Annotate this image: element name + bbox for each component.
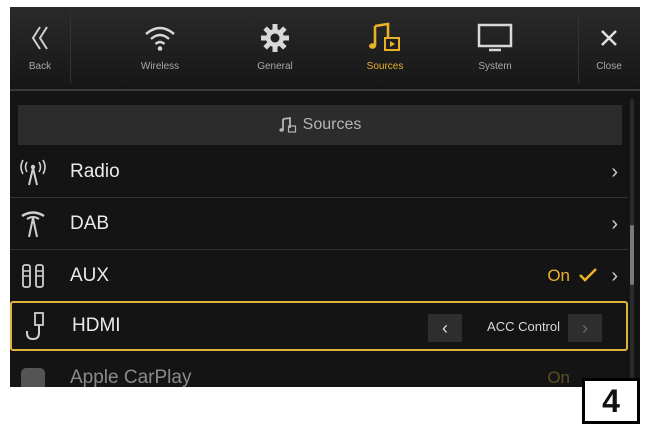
wireless-tab[interactable]: Wireless [100,7,220,89]
row-label: Apple CarPlay [70,367,192,387]
row-label: HDMI [72,315,121,336]
back-chevrons-icon [30,21,50,55]
figure-frame: Back Wireless General Sources System Clo… [0,0,648,428]
scrollbar-thumb[interactable] [630,225,634,285]
monitor-icon [477,21,513,55]
general-tab[interactable]: General [220,7,330,89]
hdmi-setting-value: ACC Control [487,319,560,334]
sources-tab[interactable]: Sources [330,7,440,89]
row-label: AUX [70,265,110,286]
chevron-right-icon: › [611,161,618,183]
carplay-status: On [547,368,570,387]
source-row-carplay[interactable]: Apple CarPlay On [10,353,628,387]
general-label: General [257,61,293,72]
source-row-radio[interactable]: Radio › [10,147,628,197]
section-header: Sources [18,105,622,145]
system-label: System [478,61,512,72]
back-button[interactable]: Back [10,7,70,89]
music-note-icon [279,116,296,133]
source-row-dab[interactable]: DAB › [10,199,628,249]
row-label: DAB [70,213,110,234]
chevron-right-icon: › [611,213,618,235]
music-source-icon [368,21,402,55]
source-row-hdmi[interactable]: HDMI ‹ ACC Control › [10,301,628,351]
wireless-label: Wireless [140,61,180,72]
chevron-right-icon: › [611,265,618,287]
hdmi-prev-button[interactable]: ‹ [428,314,462,342]
hdmi-cable-icon [18,311,52,341]
section-title: Sources [302,116,362,133]
rca-plug-icon [16,261,50,291]
figure-number-badge: 4 [582,378,640,424]
gear-icon [260,21,290,55]
back-label: Back [28,61,52,72]
antenna-icon [16,157,50,187]
source-row-aux[interactable]: AUX On › [10,251,628,301]
aux-status: On [547,266,570,285]
system-tab[interactable]: System [440,7,550,89]
top-toolbar: Back Wireless General Sources System Clo… [10,7,640,91]
wifi-icon [143,21,177,55]
row-label: Radio [70,161,120,182]
close-label: Close [596,61,622,72]
close-icon [599,21,619,55]
dab-antenna-icon [16,209,50,239]
checkmark-icon [578,267,598,288]
close-button[interactable]: Close [578,7,640,89]
carplay-icon [16,363,50,387]
hdmi-next-button[interactable]: › [568,314,602,342]
sources-label: Sources [366,61,404,72]
device-screen: Back Wireless General Sources System Clo… [10,7,640,387]
